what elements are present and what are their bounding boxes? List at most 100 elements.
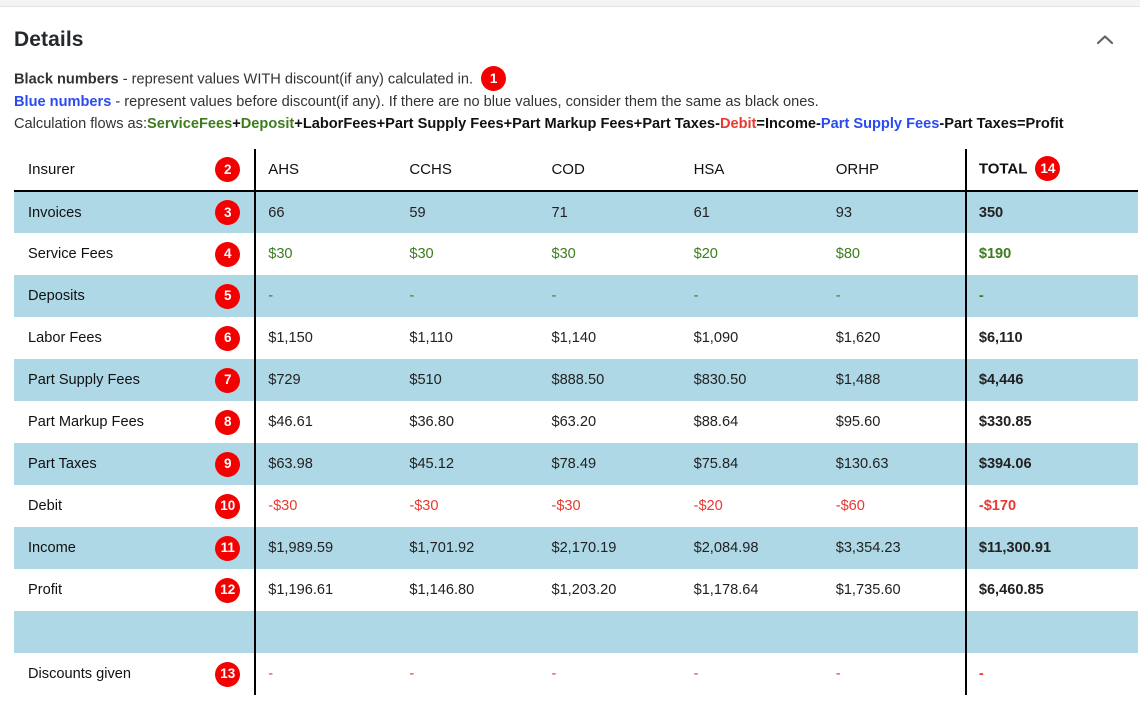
table-cell: $1,735.60	[823, 569, 966, 611]
formula-token: Part Supply Fees	[820, 115, 940, 132]
table-cell: -$30	[255, 485, 398, 527]
column-header-cchs: CCHS	[397, 149, 540, 192]
column-header-hsa: HSA	[681, 149, 824, 192]
formula-token: ServiceFees	[147, 115, 233, 132]
table-cell-total: $394.06	[964, 443, 1138, 485]
legend-black-bold: Black numbers	[14, 71, 119, 88]
row-label-cell: Deposits 5	[14, 275, 257, 317]
table-cell: $30	[397, 233, 540, 275]
row-label-cell: Debit 10	[14, 485, 257, 527]
top-strip	[0, 0, 1140, 7]
table-cell: $1,090	[681, 317, 824, 359]
row-label: Income	[28, 540, 76, 556]
table-cell: -	[681, 275, 824, 317]
table-cell-total: $6,110	[964, 317, 1138, 359]
legend: Black numbers - represent values WITH di…	[10, 65, 1130, 135]
table-cell: $63.98	[255, 443, 398, 485]
table-cell: $30	[539, 233, 682, 275]
callout-badge-12: 12	[215, 577, 241, 603]
table-row: Income 11 $1,989.59 $1,701.92 $2,170.19 $2,08…	[14, 527, 1138, 569]
callout-badge-7: 7	[215, 367, 241, 393]
formula-token: +	[503, 115, 513, 132]
row-label-cell: Labor Fees 6	[14, 317, 257, 359]
table-row	[14, 611, 1138, 653]
table-cell: $1,620	[823, 317, 966, 359]
callout-badge-8: 8	[215, 409, 241, 435]
page-title: Details	[14, 28, 84, 51]
table-cell	[823, 611, 966, 653]
table-cell: $75.84	[681, 443, 824, 485]
table-cell: -	[681, 653, 824, 695]
table-row: Service Fees 4 $30 $30 $30 $20 $80 $190	[14, 233, 1138, 275]
row-label: Deposits	[28, 288, 85, 304]
column-header-cod: COD	[539, 149, 682, 192]
formula-expression: ServiceFees+Deposit+LaborFees+Part Suppl…	[147, 116, 1064, 132]
callout-badge-13: 13	[215, 661, 241, 687]
table-cell: $36.80	[397, 401, 540, 443]
formula-token: +	[294, 115, 303, 132]
callout-badge-3: 3	[215, 200, 241, 225]
table-cell: $1,178.64	[681, 569, 824, 611]
table-cell: $2,084.98	[681, 527, 824, 569]
table-cell: -	[255, 275, 398, 317]
table-cell: -	[255, 653, 398, 695]
row-label: Labor Fees	[28, 330, 102, 346]
callout-badge-5: 5	[215, 283, 241, 309]
table-cell: $130.63	[823, 443, 966, 485]
table-row: Debit 10 -$30 -$30 -$30 -$20 -$60 -$170	[14, 485, 1138, 527]
table-cell: $78.49	[539, 443, 682, 485]
table-row: Discounts given 13- - - - - -	[14, 653, 1138, 695]
legend-blue-bold: Blue numbers	[14, 94, 112, 110]
panel-header: Details	[10, 7, 1130, 65]
row-label: Debit	[28, 498, 63, 514]
table-cell: -	[539, 275, 682, 317]
table-cell	[681, 611, 824, 653]
table-cell	[539, 611, 682, 653]
row-label-cell: Part Taxes 9	[14, 443, 257, 485]
table-cell: -	[823, 275, 966, 317]
formula-token: Part Supply Fees	[385, 115, 504, 132]
row-label-cell: Part Supply Fees 7	[14, 359, 257, 401]
formula-token: +	[376, 115, 386, 132]
table-cell: -	[397, 275, 540, 317]
table-cell: $1,203.20	[539, 569, 682, 611]
table-cell: $1,110	[397, 317, 540, 359]
legend-black-rest: - represent values WITH discount(if any)…	[118, 71, 474, 88]
table-cell: $88.64	[681, 401, 824, 443]
table-row: Part Markup Fees 8 $46.61 $36.80 $63.20 $88.6…	[14, 401, 1138, 443]
row-label: Service Fees	[28, 246, 114, 262]
row-label-cell: Part Markup Fees 8	[14, 401, 257, 443]
callout-badge-4: 4	[215, 241, 241, 267]
formula-prefix: Calculation flows as:	[14, 115, 148, 132]
table-body: Invoices 3 66 59 71 61 93 350 Service Fees 4 $30 $3…	[14, 191, 1138, 695]
table-cell: $1,140	[539, 317, 682, 359]
table-head: Insurer 2 AHS CCHS COD HSA ORHP TOTAL 14	[14, 149, 1138, 192]
table-cell-total: $6,460.85	[964, 569, 1138, 611]
insurer-label: Insurer	[28, 161, 75, 178]
row-label-cell: Discounts given 13	[14, 653, 257, 695]
table-cell: $20	[681, 233, 824, 275]
row-label-cell: Income 11	[14, 527, 257, 569]
row-label: Part Supply Fees	[28, 372, 140, 388]
formula-token: =	[756, 115, 765, 132]
table-cell: $3,354.23	[823, 527, 966, 569]
column-header-insurer: Insurer 2	[14, 149, 257, 192]
table-cell-total: -	[964, 275, 1138, 317]
table-row: Labor Fees 6 $1,150 $1,110 $1,140 $1,090 $1,62…	[14, 317, 1138, 359]
table-cell: $80	[823, 233, 966, 275]
table-cell: $1,150	[255, 317, 398, 359]
formula-token: Part Taxes	[642, 115, 716, 132]
row-label: Part Taxes	[28, 456, 97, 472]
table-header-row: Insurer 2 AHS CCHS COD HSA ORHP TOTAL 14	[14, 149, 1138, 192]
table-cell: $1,196.61	[255, 569, 398, 611]
table-cell: 71	[539, 191, 682, 233]
table-cell: $30	[255, 233, 398, 275]
table-cell-total	[964, 611, 1138, 653]
callout-badge-6: 6	[215, 325, 241, 351]
legend-line-blue: Blue numbers - represent values before d…	[14, 92, 1126, 114]
table-cell: 61	[681, 191, 824, 233]
formula-token: Income	[764, 115, 817, 132]
chevron-up-icon[interactable]	[1090, 25, 1120, 55]
table-cell: 66	[255, 191, 398, 233]
table-cell: $2,170.19	[539, 527, 682, 569]
